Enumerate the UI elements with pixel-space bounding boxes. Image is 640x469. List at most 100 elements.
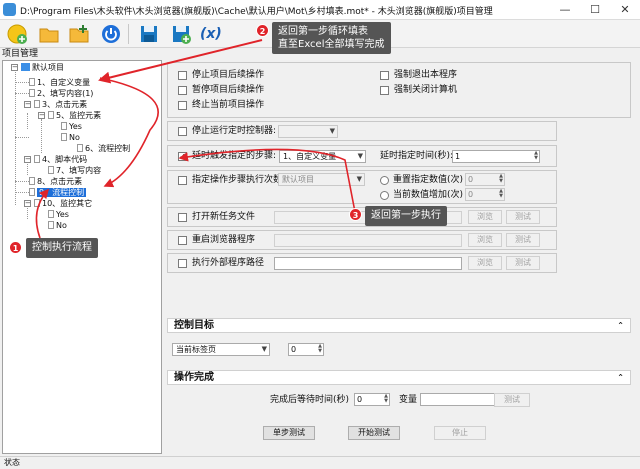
increase-value-radio[interactable] — [380, 191, 389, 200]
reset-value-input[interactable]: 0 ▲ ▼ — [465, 173, 505, 186]
collapse-chevron-icon[interactable]: ⌃ — [617, 371, 624, 385]
annotation-badge-2: 2 — [256, 24, 269, 37]
collapse-chevron-icon[interactable]: ⌃ — [617, 319, 624, 333]
delay-trigger-checkbox[interactable]: ✓ — [178, 152, 187, 161]
exec-count-select[interactable]: 默认项目 ▼ — [278, 173, 365, 186]
control-target-tab-select[interactable]: 当前标签页 ▼ — [172, 343, 270, 356]
tree-collapse-toggle[interactable]: − — [24, 156, 31, 163]
add-folder-icon[interactable] — [68, 23, 90, 45]
start-test-button[interactable]: 开始测试 — [348, 426, 400, 440]
open-task-checkbox[interactable] — [178, 213, 187, 222]
tree-item[interactable]: No — [61, 132, 80, 143]
tree-item[interactable]: Yes — [48, 209, 69, 220]
control-target-header[interactable]: 控制目标 ⌃ — [167, 318, 631, 333]
restart-browser-checkbox[interactable] — [178, 236, 187, 245]
doc-icon — [48, 210, 54, 218]
chevron-down-icon: ▼ — [357, 152, 363, 160]
maximize-button[interactable]: ☐ — [580, 0, 610, 20]
tree-item-root[interactable]: 默认项目 — [21, 62, 64, 73]
exec-count-label: 指定操作步骤执行次数: — [192, 175, 286, 185]
tree-item[interactable]: 7、填写内容 — [48, 165, 101, 176]
restart-browser-test-button[interactable]: 测试 — [506, 233, 540, 247]
minimize-button[interactable]: — — [550, 0, 580, 20]
tree-item[interactable]: 3、点击元素 — [34, 99, 87, 110]
variable-label: 变量 — [399, 395, 418, 405]
tree-item[interactable]: 2、填写内容(1) — [29, 88, 93, 99]
stop-after-checkbox[interactable] — [178, 71, 187, 80]
tree-item-selected[interactable]: 9、流程控制 — [29, 187, 87, 198]
wait-time-input[interactable]: 0 ▲ ▼ — [354, 393, 390, 406]
action-options-frame: 停止项目后续操作 暂停项目后续操作 终止当前项目操作 强制退出本程序 强制关闭计… — [167, 62, 631, 118]
tree-item[interactable]: 6、流程控制 — [77, 143, 130, 154]
annotation-callout-3: 返回第一步执行 — [365, 206, 447, 226]
terminate-checkbox[interactable] — [178, 101, 187, 110]
increase-value-input[interactable]: 0 ▲ ▼ — [465, 188, 505, 201]
tree-item[interactable]: 8、点击元素 — [29, 176, 82, 187]
run-external-test-button[interactable]: 测试 — [506, 256, 540, 270]
stop-timer-checkbox[interactable] — [178, 127, 187, 136]
force-shutdown-label: 强制关闭计算机 — [394, 85, 458, 95]
delay-trigger-label: 延时触发指定的步骤: — [192, 151, 277, 161]
new-project-icon[interactable] — [6, 23, 28, 45]
terminate-label: 终止当前项目操作 — [192, 100, 265, 110]
pause-after-checkbox[interactable] — [178, 86, 187, 95]
variable-icon[interactable]: (x) — [200, 26, 222, 42]
exec-count-frame: 指定操作步骤执行次数: 默认项目 ▼ 重置指定数值(次) 0 ▲ ▼ 当前数值增加(次… — [167, 170, 557, 204]
tree-item[interactable]: Yes — [61, 121, 82, 132]
operation-complete-header[interactable]: 操作完成 ⌃ — [167, 370, 631, 385]
run-external-checkbox[interactable] — [178, 259, 187, 268]
tree-item[interactable]: 4、脚本代码 — [34, 154, 87, 165]
restart-browser-path-input[interactable] — [274, 234, 462, 247]
save-as-icon[interactable] — [170, 23, 192, 45]
window-title: D:\Program Files\木头软件\木头浏览器(旗舰版)\Cache\默… — [20, 7, 493, 17]
tree-collapse-toggle[interactable]: − — [24, 101, 31, 108]
single-step-test-button[interactable]: 单步测试 — [263, 426, 315, 440]
tree-item[interactable]: 10、监控其它 — [34, 198, 92, 209]
annotation-badge-3: 3 — [349, 208, 362, 221]
reset-value-radio[interactable] — [380, 176, 389, 185]
doc-icon — [48, 166, 54, 174]
doc-icon — [77, 144, 83, 152]
restart-browser-label: 重启浏览器程序 — [192, 235, 256, 245]
force-exit-label: 强制退出本程序 — [394, 70, 458, 80]
increase-value-label: 当前数值增加(次) — [393, 190, 464, 200]
control-target-index-input[interactable]: 0 ▲ ▼ — [288, 343, 324, 356]
exec-count-checkbox[interactable] — [178, 176, 187, 185]
chevron-down-icon: ▼ — [356, 175, 362, 183]
tree-collapse-toggle[interactable]: − — [11, 64, 18, 71]
doc-icon — [29, 177, 35, 185]
open-task-test-button[interactable]: 测试 — [506, 210, 540, 224]
force-exit-checkbox[interactable] — [380, 71, 389, 80]
annotation-callout-2: 返回第一步循环填表 直至Excel全部填写完成 — [272, 22, 391, 54]
delay-step-select[interactable]: 1、自定义变量 ▼ — [279, 150, 366, 163]
tree-item[interactable]: 5、监控元素 — [48, 110, 101, 121]
pause-after-label: 暂停项目后续操作 — [192, 85, 265, 95]
chevron-down-icon: ▼ — [261, 345, 267, 353]
delay-time-input[interactable]: 1 ▲ ▼ — [452, 150, 540, 163]
restart-browser-browse-button[interactable]: 浏览 — [468, 233, 502, 247]
stop-timer-select[interactable]: ▼ — [278, 125, 338, 138]
run-external-path-input[interactable] — [274, 257, 462, 270]
tree-item[interactable]: 1、自定义变量 — [29, 77, 90, 88]
power-icon[interactable] — [100, 23, 122, 45]
annotation-callout-1: 控制执行流程 — [26, 238, 98, 258]
open-task-browse-button[interactable]: 浏览 — [468, 210, 502, 224]
doc-icon — [34, 155, 40, 163]
tree-collapse-toggle[interactable]: − — [38, 112, 45, 119]
force-shutdown-checkbox[interactable] — [380, 86, 389, 95]
doc-icon — [34, 199, 40, 207]
close-button[interactable]: ✕ — [610, 0, 640, 20]
doc-icon — [61, 133, 67, 141]
doc-icon — [29, 89, 35, 97]
complete-test-button[interactable]: 测试 — [494, 393, 530, 407]
open-folder-icon[interactable] — [38, 23, 60, 45]
save-icon[interactable] — [138, 23, 160, 45]
stop-button[interactable]: 停止 — [434, 426, 486, 440]
run-external-label: 执行外部程序路径 — [192, 258, 265, 268]
run-external-browse-button[interactable]: 浏览 — [468, 256, 502, 270]
stop-after-label: 停止项目后续操作 — [192, 70, 265, 80]
title-bar: D:\Program Files\木头软件\木头浏览器(旗舰版)\Cache\默… — [0, 0, 640, 20]
tree-item[interactable]: No — [48, 220, 67, 231]
delay-time-label: 延时指定时间(秒): — [380, 151, 454, 161]
tree-collapse-toggle[interactable]: − — [24, 200, 31, 207]
